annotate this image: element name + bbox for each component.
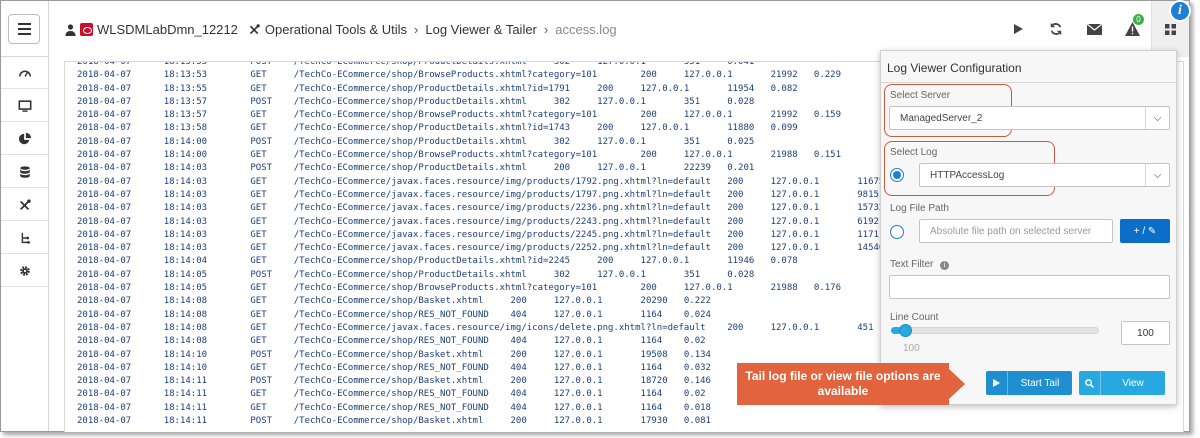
log-line: 2018-04-07 18:14:04 GET /TechCo-ECommerc… xyxy=(77,256,798,267)
log-line: 2018-04-07 18:13:57 GET /TechCo-ECommerc… xyxy=(77,110,842,121)
refresh-button[interactable] xyxy=(1037,1,1075,57)
mail-icon xyxy=(1086,23,1102,35)
header: WLSDMLabDmn_12212 Operational Tools & Ut… xyxy=(49,0,1191,57)
chevron-down-icon: ⌵ xyxy=(1145,164,1169,186)
toolbar: 0 i xyxy=(999,0,1191,57)
log-line: 2018-04-07 18:14:00 GET /TechCo-ECommerc… xyxy=(77,150,842,161)
panel-divider xyxy=(881,82,1176,83)
chevron-right-icon: › xyxy=(414,22,419,37)
oracle-logo-icon xyxy=(80,23,93,36)
log-line: 2018-04-07 18:14:03 GET /TechCo-ECommerc… xyxy=(77,176,928,187)
alerts-button[interactable]: 0 xyxy=(1113,1,1151,57)
mail-button[interactable] xyxy=(1075,1,1113,57)
server-select[interactable]: ManagedServer_2 ⌵ xyxy=(889,106,1170,130)
line-count-label: Line Count xyxy=(890,312,939,323)
select-log-radio[interactable] xyxy=(890,168,904,182)
log-line: 2018-04-07 18:14:08 GET /TechCo-ECommerc… xyxy=(77,336,706,347)
left-rail xyxy=(1,1,49,431)
log-select-value: HTTPAccessLog xyxy=(930,169,1005,181)
breadcrumb-log-viewer[interactable]: Log Viewer & Tailer xyxy=(425,22,537,37)
view-button[interactable]: View xyxy=(1079,371,1165,395)
log-line: 2018-04-07 18:14:08 GET /TechCo-ECommerc… xyxy=(77,309,711,320)
server-select-value: ManagedServer_2 xyxy=(900,112,983,124)
line-count-slider-handle[interactable] xyxy=(899,324,912,337)
breadcrumb-operational-tools[interactable]: Operational Tools & Utils xyxy=(265,22,407,37)
gear-icon[interactable] xyxy=(1,255,48,287)
start-tail-button[interactable]: Start Tail xyxy=(986,371,1072,395)
user-icon xyxy=(65,23,76,36)
line-count-slider[interactable] xyxy=(891,327,1099,334)
play-icon xyxy=(1013,24,1023,34)
log-line: 2018-04-07 18:13:53 POST /TechCo-ECommer… xyxy=(77,61,755,67)
domain-badge[interactable]: WLSDMLabDmn_12212 xyxy=(80,22,238,37)
notification-count: 0 xyxy=(1133,14,1144,25)
panel-title: Log Viewer Configuration xyxy=(887,61,1022,75)
add-path-button[interactable]: + / ✎ xyxy=(1120,219,1170,243)
log-line: 2018-04-07 18:14:00 POST /TechCo-ECommer… xyxy=(77,136,755,147)
log-path-radio[interactable] xyxy=(890,225,904,239)
log-line: 2018-04-07 18:13:53 GET /TechCo-ECommerc… xyxy=(77,70,842,81)
log-path-input[interactable]: Absolute file path on selected server xyxy=(919,219,1113,243)
dashboard-gauge-icon[interactable] xyxy=(1,57,48,89)
server-label: Select Server xyxy=(890,90,951,101)
log-line: 2018-04-07 18:14:05 GET /TechCo-ECommerc… xyxy=(77,283,842,294)
chevron-down-icon: ⌵ xyxy=(1145,107,1169,129)
hamburger-menu-icon[interactable] xyxy=(8,14,40,44)
log-select[interactable]: HTTPAccessLog ⌵ xyxy=(919,163,1170,187)
log-label: Select Log xyxy=(890,147,938,158)
text-filter-input[interactable] xyxy=(889,275,1170,299)
path-label: Log File Path xyxy=(890,203,949,214)
log-line: 2018-04-07 18:14:03 GET /TechCo-ECommerc… xyxy=(77,189,928,200)
log-line: 2018-04-07 18:14:03 GET /TechCo-ECommerc… xyxy=(77,229,923,240)
play-icon xyxy=(986,371,1008,395)
log-line: 2018-04-07 18:14:03 GET /TechCo-ECommerc… xyxy=(77,216,928,227)
log-viewer-config-panel: Log Viewer Configuration Select Server M… xyxy=(880,50,1177,405)
log-line: 2018-04-07 18:13:57 POST /TechCo-ECommer… xyxy=(77,96,755,107)
domain-name: WLSDMLabDmn_12212 xyxy=(97,22,238,37)
log-line: 2018-04-07 18:14:03 POST /TechCo-ECommer… xyxy=(77,163,755,174)
breadcrumb-current: access.log xyxy=(555,22,617,37)
info-icon: i xyxy=(940,261,950,270)
breadcrumb: WLSDMLabDmn_12212 Operational Tools & Ut… xyxy=(65,22,617,37)
log-line: 2018-04-07 18:14:03 GET /TechCo-ECommerc… xyxy=(77,243,928,254)
refresh-icon xyxy=(1050,22,1062,36)
log-line: 2018-04-07 18:14:10 POST /TechCo-ECommer… xyxy=(77,349,711,360)
line-count-min: 100 xyxy=(903,343,920,354)
monitor-icon[interactable] xyxy=(1,90,48,122)
log-line: 2018-04-07 18:13:58 GET /TechCo-ECommerc… xyxy=(77,123,798,134)
play-button[interactable] xyxy=(999,1,1037,57)
annotation-callout: Tail log file or view file options are a… xyxy=(737,363,949,405)
text-filter-label: Text Filter i xyxy=(890,259,950,270)
log-line: 2018-04-07 18:14:11 POST /TechCo-ECommer… xyxy=(77,416,711,427)
database-icon[interactable] xyxy=(1,156,48,188)
app-window: WLSDMLabDmn_12212 Operational Tools & Ut… xyxy=(0,0,1191,432)
log-line: 2018-04-07 18:14:08 GET /TechCo-ECommerc… xyxy=(77,296,711,307)
chevron-right-icon: › xyxy=(543,22,549,37)
log-line: 2018-04-07 18:14:08 GET /TechCo-ECommerc… xyxy=(77,322,928,333)
tools-icon[interactable] xyxy=(1,189,48,221)
info-icon[interactable]: i xyxy=(1169,0,1191,22)
tools-icon xyxy=(249,24,260,35)
pie-chart-icon[interactable] xyxy=(1,123,48,155)
search-icon xyxy=(1079,371,1101,395)
hierarchy-icon[interactable] xyxy=(1,222,48,254)
line-count-input[interactable]: 100 xyxy=(1121,321,1170,345)
log-line: 2018-04-07 18:13:55 GET /TechCo-ECommerc… xyxy=(77,83,798,94)
log-line: 2018-04-07 18:14:03 GET /TechCo-ECommerc… xyxy=(77,203,928,214)
log-line: 2018-04-07 18:14:05 POST /TechCo-ECommer… xyxy=(77,269,755,280)
grid-icon xyxy=(1165,23,1176,35)
callout-arrow xyxy=(949,369,965,399)
